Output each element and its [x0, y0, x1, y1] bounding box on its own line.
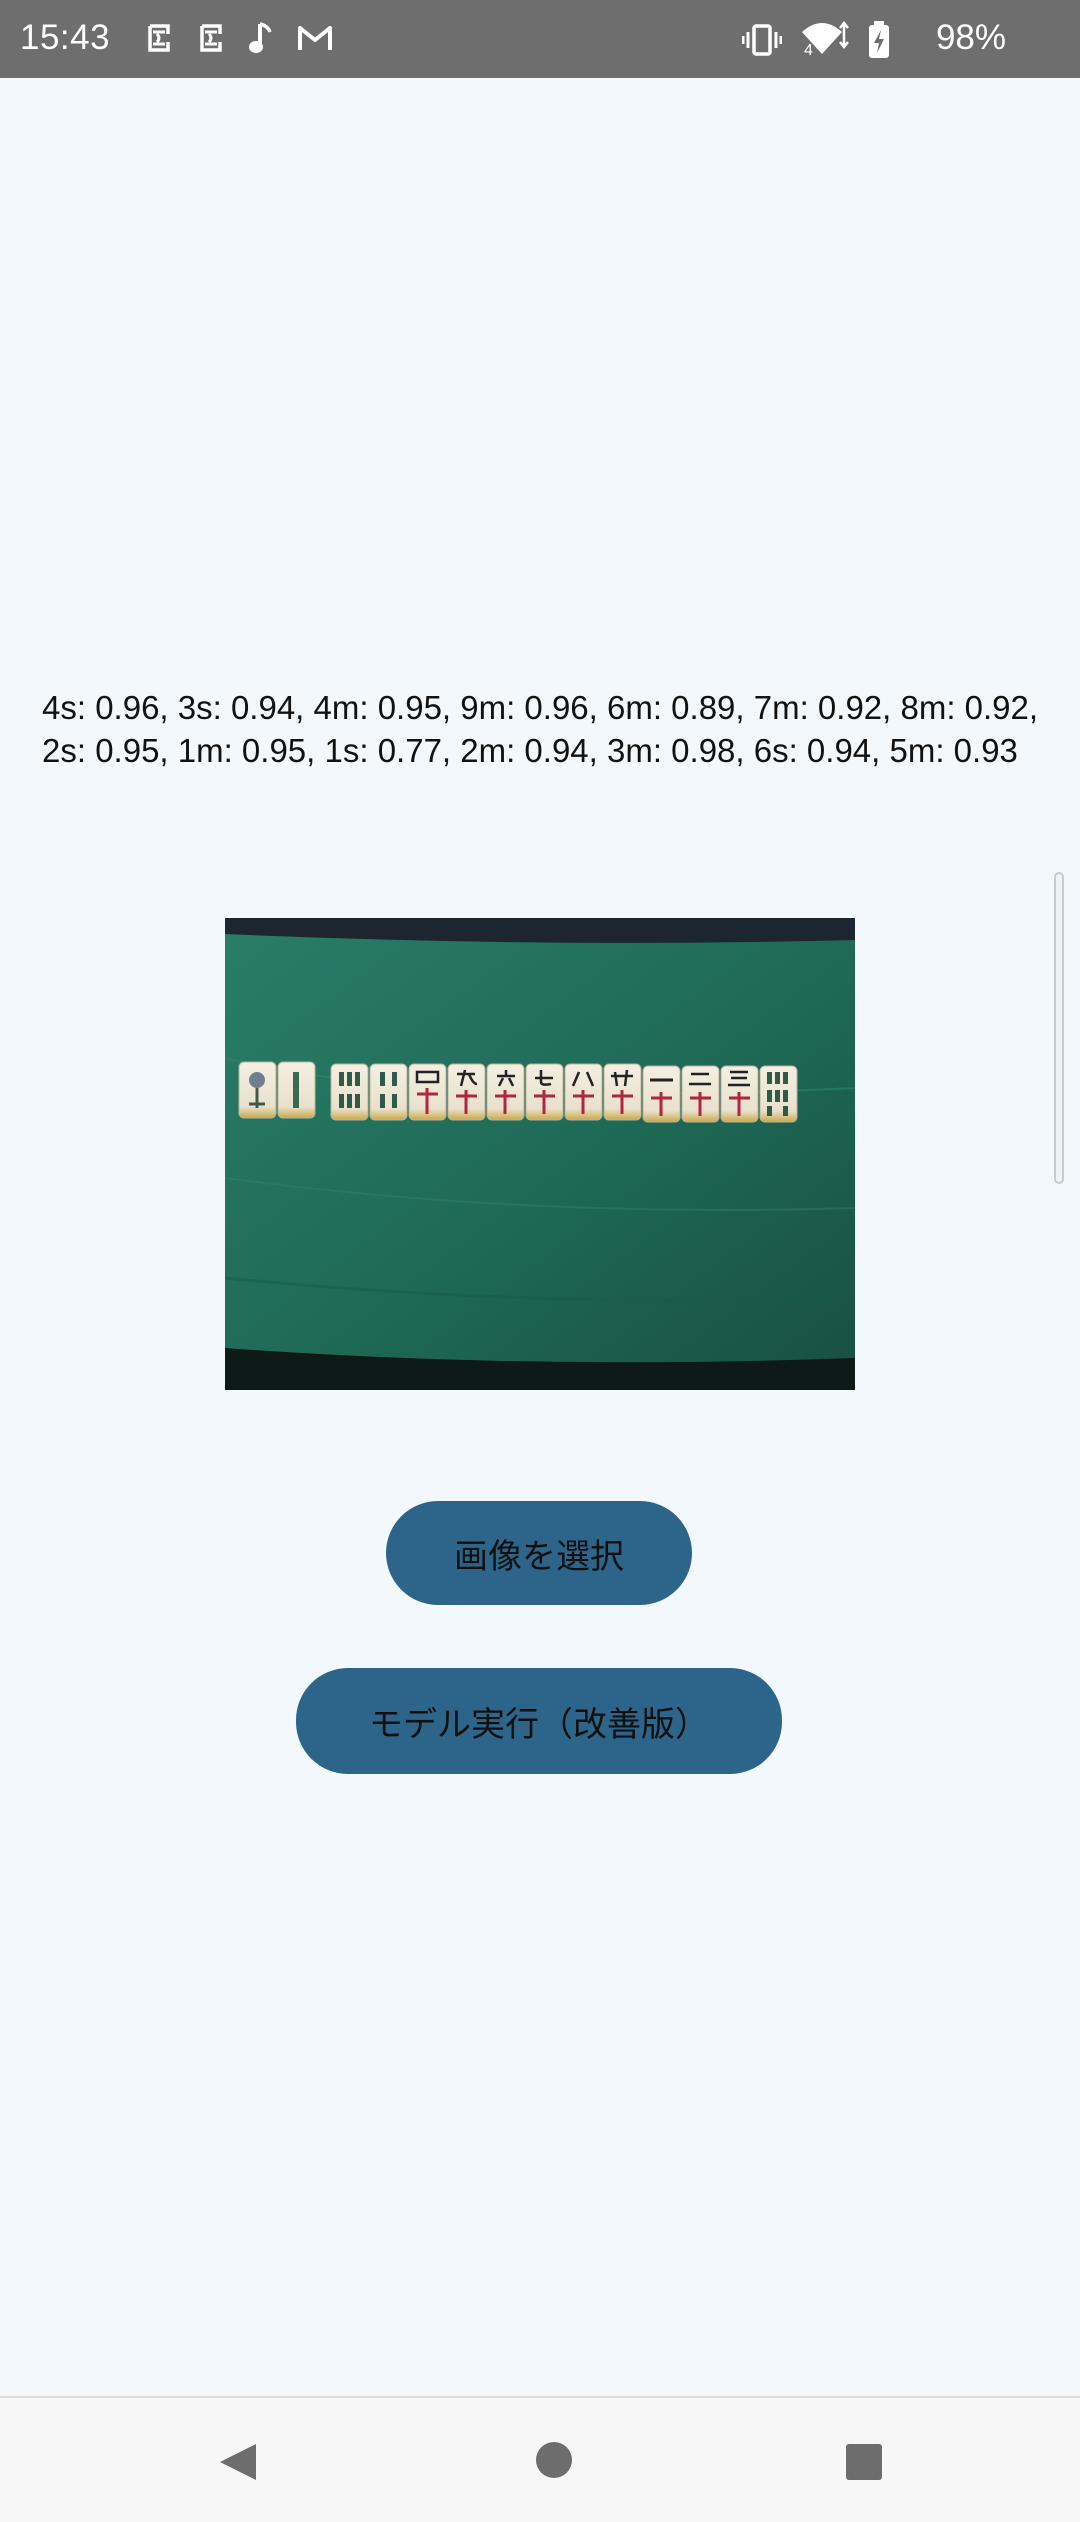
notification-icons [144, 20, 334, 56]
vibrate-icon [742, 22, 782, 58]
system-icons: 4 [742, 20, 890, 60]
status-time: 15:43 [20, 18, 111, 57]
home-icon[interactable] [534, 2440, 574, 2484]
wifi-icon: 4 [800, 20, 850, 60]
notification-app-icon [196, 20, 226, 56]
network-type-label: 4 [804, 42, 813, 59]
status-bar: 15:43 4 98% [0, 0, 1080, 78]
back-icon[interactable] [216, 2440, 260, 2488]
detection-results-text: 4s: 0.96, 3s: 0.94, 4m: 0.95, 9m: 0.96, … [42, 689, 1039, 769]
battery-charging-icon [868, 21, 890, 59]
battery-percentage: 98% [935, 18, 1006, 57]
scrollbar[interactable] [1054, 872, 1064, 1184]
navigation-bar [0, 2396, 1080, 2522]
notification-app-icon [144, 20, 174, 56]
recents-icon[interactable] [844, 2442, 884, 2486]
music-note-icon [248, 20, 274, 56]
select-image-button[interactable]: 画像を選択 [386, 1501, 692, 1605]
gmail-icon [296, 20, 334, 56]
selected-image [225, 918, 855, 1390]
run-model-button[interactable]: モデル実行（改善版） [296, 1668, 782, 1774]
